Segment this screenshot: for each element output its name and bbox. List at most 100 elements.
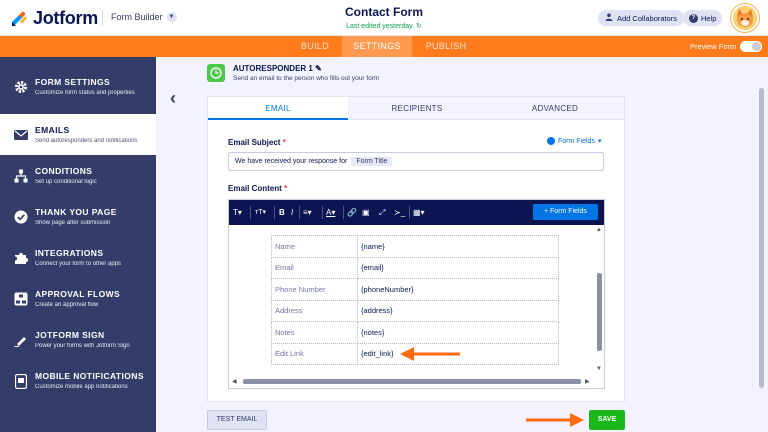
field-label-cell[interactable]: Email [271, 256, 358, 279]
tab-recipients[interactable]: RECIPIENTS [348, 97, 486, 120]
text-color-icon[interactable]: A▾ [326, 206, 335, 219]
table-row: Email {email} [271, 256, 559, 279]
sidebar-item-jotform-sign[interactable]: JOTFORM SIGN Power your forms with Jotfo… [0, 319, 156, 360]
field-label-cell[interactable]: Address [271, 299, 358, 322]
sidebar-item-emails[interactable]: EMAILS Send autoresponders and notificat… [0, 114, 156, 155]
avatar[interactable] [731, 4, 759, 32]
scroll-up-icon[interactable]: ▲ [596, 227, 602, 233]
table-icon[interactable]: ▦▾ [413, 206, 425, 219]
table-row: Address {address} [271, 299, 559, 322]
test-email-button[interactable]: TEST EMAIL [207, 410, 267, 430]
tab-email[interactable]: EMAIL [208, 97, 348, 120]
sidebar-item-subtitle: Power your forms with Jotform Sign [35, 343, 130, 349]
form-fields-icon [547, 137, 555, 145]
editor-body[interactable]: Name {name} Email {email} Phone Number {phone… [229, 225, 604, 388]
image-icon[interactable]: ▣ [362, 206, 370, 219]
sidebar-item-approval-flows[interactable]: APPROVAL FLOWS Create an approval flow [0, 278, 156, 319]
sidebar-item-title: JOTFORM SIGN [35, 330, 105, 340]
link-icon[interactable]: 🔗 [347, 206, 357, 219]
sidebar-item-subtitle: Send autoresponders and notifications [35, 138, 138, 144]
pen-icon [13, 332, 29, 348]
sidebar-item-conditions[interactable]: CONDITIONS Set up conditional logic [0, 155, 156, 196]
sidebar-item-integrations[interactable]: INTEGRATIONS Connect your form to other … [0, 237, 156, 278]
sidebar-item-subtitle: Show page after submission [35, 220, 111, 226]
tab-publish[interactable]: PUBLISH [418, 36, 474, 57]
save-button[interactable]: SAVE [589, 410, 625, 430]
annotation-arrow-save [526, 413, 584, 427]
horizontal-scroll-thumb[interactable] [243, 379, 581, 384]
tab-build[interactable]: BUILD [290, 36, 340, 57]
email-content-label: Email Content * [228, 184, 288, 193]
field-tag-cell[interactable]: {address} [357, 299, 559, 322]
table-row: Phone Number {phoneNumber} [271, 278, 559, 301]
field-label-cell[interactable]: Notes [271, 321, 358, 344]
tab-advanced[interactable]: ADVANCED [486, 97, 624, 120]
sidebar-item-subtitle: Set up conditional logic [35, 179, 97, 185]
vertical-scrollbar[interactable]: ▲ ▼ [594, 225, 604, 375]
scroll-left-icon[interactable]: ◀ [232, 378, 237, 385]
sidebar-item-subtitle: Create an approval flow [35, 302, 99, 308]
form-fields-label: Form Fields [558, 137, 595, 145]
fullscreen-icon[interactable]: ⤢ [379, 206, 385, 219]
sidebar-item-title: FORM SETTINGS [35, 77, 111, 87]
add-collaborators-button[interactable]: Add Collaborators [598, 10, 685, 26]
sidebar-item-title: THANK YOU PAGE [35, 207, 117, 217]
field-label-cell[interactable]: Name [271, 235, 358, 258]
field-tag-cell[interactable]: {notes} [357, 321, 559, 344]
sidebar-item-title: MOBILE NOTIFICATIONS [35, 371, 144, 381]
annotation-arrow-edit-link [400, 347, 460, 361]
align-icon[interactable]: ≡▾ [303, 206, 312, 219]
field-tag-cell[interactable]: {name} [357, 235, 559, 258]
editor-toolbar: T▾ тT▾ B I ≡▾ A▾ 🔗 ▣ ⤢ ≻_ ▦▾ + Form Fiel… [229, 200, 604, 225]
autoresponder-title[interactable]: AUTORESPONDER 1 ✎ [233, 64, 322, 73]
top-bar: Jotform Form Builder ▼ Contact Form Last… [0, 0, 768, 36]
back-chevron-icon[interactable]: ‹ [170, 88, 176, 109]
preview-form-toggle[interactable]: Preview Form [690, 41, 763, 52]
font-family-icon[interactable]: T▾ [233, 206, 242, 219]
puzzle-icon [13, 250, 29, 266]
toggle-switch[interactable] [740, 41, 763, 52]
vertical-scroll-thumb[interactable] [597, 273, 602, 351]
approval-flow-icon [13, 291, 29, 307]
sidebar-item-subtitle: Customize mobile app notifications [35, 384, 128, 390]
sidebar-item-title: APPROVAL FLOWS [35, 289, 121, 299]
email-subject-label: Email Subject * [228, 138, 286, 147]
settings-sidebar: FORM SETTINGS Customize form status and … [0, 57, 156, 432]
toolbar-form-fields-button[interactable]: + Form Fields [533, 204, 598, 220]
horizontal-scrollbar[interactable]: ◀ ▶ [229, 376, 604, 386]
field-label-cell[interactable]: Phone Number [271, 278, 358, 301]
checkmark-circle-icon [13, 209, 29, 225]
italic-icon[interactable]: I [291, 206, 293, 219]
form-fields-dropdown[interactable]: Form Fields ▾ [547, 137, 601, 145]
email-subject-input[interactable]: We have received your response for Form … [228, 152, 604, 171]
bold-icon[interactable]: B [279, 206, 285, 219]
source-code-icon[interactable]: ≻_ [394, 206, 405, 219]
sidebar-item-subtitle: Connect your form to other apps [35, 261, 122, 267]
sidebar-item-subtitle: Customize form status and properties [35, 90, 135, 96]
sidebar-item-thank-you-page[interactable]: THANK YOU PAGE Show page after submissio… [0, 196, 156, 237]
pencil-icon[interactable]: ✎ [315, 64, 322, 73]
font-size-icon[interactable]: тT▾ [255, 206, 266, 219]
tab-settings[interactable]: SETTINGS [342, 36, 412, 57]
sidebar-item-form-settings[interactable]: FORM SETTINGS Customize form status and … [0, 66, 156, 107]
sidebar-item-mobile-notifications[interactable]: MOBILE NOTIFICATIONS Customize mobile ap… [0, 360, 156, 401]
preview-form-label: Preview Form [690, 42, 737, 51]
field-label-cell[interactable]: Edit Link [271, 342, 358, 365]
scroll-right-icon[interactable]: ▶ [585, 378, 590, 385]
mobile-icon [13, 373, 29, 389]
page-scrollbar[interactable] [759, 88, 764, 388]
sidebar-item-title: EMAILS [35, 125, 70, 135]
help-button[interactable]: ? Help [683, 10, 723, 26]
chevron-down-icon: ▾ [597, 138, 602, 145]
help-label: Help [701, 13, 717, 23]
clock-icon [207, 64, 225, 82]
form-title-tag[interactable]: Form Title [351, 157, 393, 166]
flowchart-icon [13, 168, 29, 184]
email-tabs: EMAIL RECIPIENTS ADVANCED [208, 97, 624, 120]
sidebar-item-title: INTEGRATIONS [35, 248, 104, 258]
add-collaborators-label: Add Collaborators [617, 13, 678, 23]
field-tag-cell[interactable]: {phoneNumber} [357, 278, 559, 301]
subject-text: We have received your response for [235, 158, 348, 165]
scroll-down-icon[interactable]: ▼ [596, 366, 602, 372]
field-tag-cell[interactable]: {email} [357, 256, 559, 279]
